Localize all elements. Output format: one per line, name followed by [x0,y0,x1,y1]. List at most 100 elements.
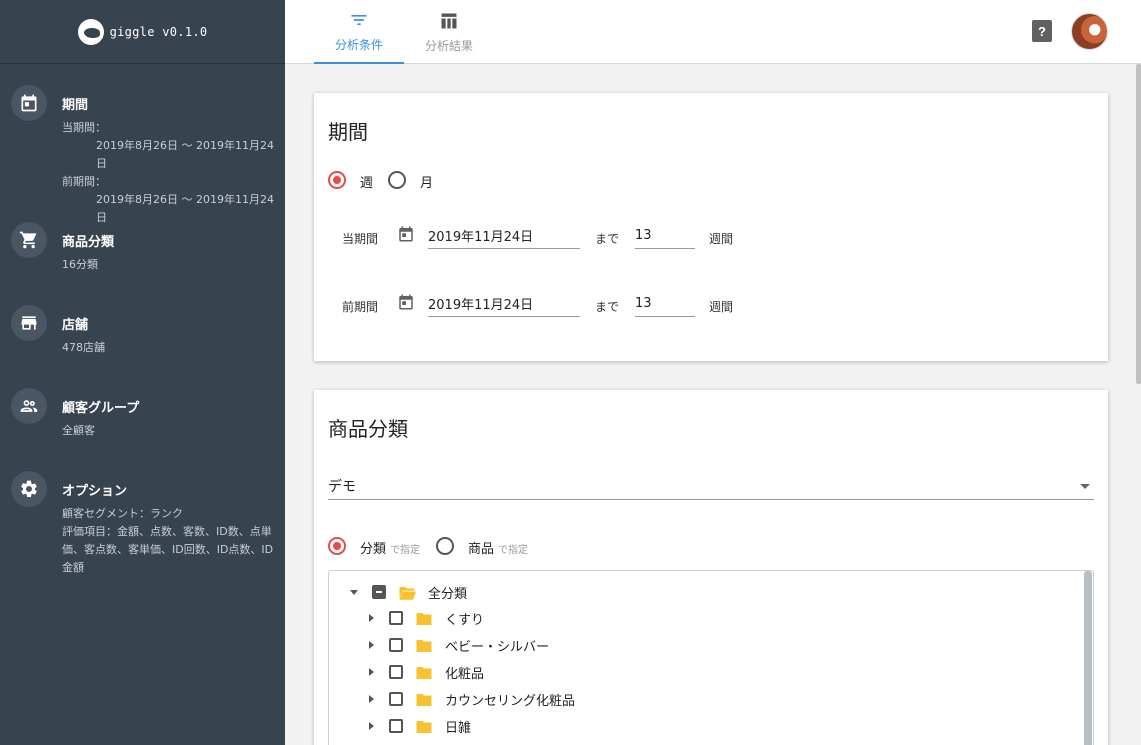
checkbox[interactable] [389,638,403,652]
tab-label: 分析結果 [424,38,473,53]
radio-label-sub: で指定 [498,545,529,556]
checkbox[interactable] [389,719,403,733]
calendar-icon[interactable] [397,225,415,243]
current-period-label: 当期間 [342,232,379,246]
sidebar-item-label: 顧客グループ [62,401,140,416]
summary-line: 当期間： [62,121,106,134]
radio-week[interactable] [328,171,346,189]
expand-arrow-icon[interactable] [369,695,374,703]
sidebar-item-label: 期間 [62,98,89,113]
filter-icon [351,14,367,25]
current-period-count-field[interactable]: 13 [635,223,695,249]
previous-period-count-field[interactable]: 13 [635,291,695,317]
until-label: まで [595,232,620,246]
select-value: デモ [328,478,356,495]
summary-line: 価、客点数、客単価、ID回数、ID点数、ID [62,543,274,556]
checkbox[interactable] [389,692,403,706]
tree-node[interactable]: ベビー・シルバー [369,634,549,656]
tree-node[interactable]: 日雑 [369,715,471,737]
radio-by-product-label: 商品 で指定 [468,538,528,557]
tree-node-label: カウンセリング化粧品 [445,693,576,709]
tree-node[interactable]: くすり [369,607,484,629]
radio-month-label: 月 [420,176,434,191]
expand-arrow-icon[interactable] [369,722,374,730]
weeks-label: 週間 [709,232,734,246]
folder-icon [415,611,433,625]
previous-period-label: 前期間 [342,300,379,314]
radio-label-main: 商品 [468,542,495,557]
category-card: 商品 分類 デモ 分類 で指定 商品 で指定 全分類 くすり ベビー・シルバー 化… [314,390,1108,745]
radio-by-category-label: 分類 で指定 [360,538,420,557]
previous-period-date-field[interactable]: 2019年11月24日 [428,291,580,317]
sidebar-item-summary: 478店舗 [62,339,274,357]
tree-node[interactable]: カウンセリング化粧品 [369,688,575,710]
radio-label-main: 分類 [360,542,387,557]
tree-node-root[interactable]: 全分類 [350,581,467,603]
page-scrollbar[interactable] [1136,64,1141,384]
checkbox[interactable] [372,585,386,599]
radio-week-label: 週 [360,176,374,191]
sidebar-item-summary: 顧客セグメント：ランク 評価項目：金額、点数、客数、ID数、点単 価、客点数、客… [62,505,274,577]
folder-open-icon [398,585,416,600]
tab-label: 分析条件 [334,37,383,52]
app-name: giggle v0.1.0 [109,24,208,39]
sidebar: giggle v0.1.0 期間 当期間： 2019年8月26日 ～ 2019年… [0,0,285,745]
summary-line: 評価項目：金額、点数、客数、ID数、点単 [62,525,272,538]
category-set-select[interactable]: デモ [328,472,1094,500]
folder-icon [415,638,433,652]
tree-node-label: くすり [445,612,485,628]
folder-icon [415,665,433,679]
folder-icon [415,692,433,706]
avatar[interactable] [1071,13,1108,50]
summary-line: 2019年8月26日 ～ 2019年11月24日 [96,193,274,224]
top-bar: 分析条件 分析結果 ? [285,0,1141,64]
sidebar-item-summary: 当期間： 2019年8月26日 ～ 2019年11月24日 前期間： 2019年… [62,119,274,227]
expand-arrow-icon[interactable] [369,641,374,649]
cart-icon [11,222,47,258]
store-icon [11,305,47,341]
tree-node-label: ベビー・シルバー [445,639,550,655]
help-icon[interactable]: ? [1032,20,1052,42]
summary-line: 全顧客 [62,424,95,437]
tree-node-label: 全分類 [428,586,468,602]
gear-icon [11,471,47,507]
table-icon [441,13,457,28]
sidebar-item-summary: 全顧客 [62,422,274,440]
summary-line: 顧客セグメント：ランク [62,507,183,520]
radio-by-product[interactable] [436,537,454,555]
tab-analysis-results[interactable]: 分析結果 [404,0,494,64]
summary-line: 16分類 [62,258,98,271]
checkbox[interactable] [389,611,403,625]
tree-node-label: 日雑 [445,720,472,736]
radio-by-category[interactable] [328,537,346,555]
expand-arrow-icon[interactable] [350,589,358,595]
expand-arrow-icon[interactable] [369,668,374,676]
tree-node-label: 化粧品 [445,666,485,682]
folder-icon [415,719,433,733]
current-period-date-field[interactable]: 2019年11月24日 [428,223,580,249]
summary-line: 前期間： [62,175,106,188]
until-label: まで [595,300,620,314]
calendar-icon [11,85,47,121]
card-title: 期間 [328,120,368,144]
tab-analysis-conditions[interactable]: 分析条件 [314,0,404,64]
brand: giggle v0.1.0 [0,0,285,64]
radio-month[interactable] [388,171,406,189]
summary-line: 金額 [62,561,84,574]
checkbox[interactable] [389,665,403,679]
summary-line: 478店舗 [62,341,105,354]
category-tree: 全分類 くすり ベビー・シルバー 化粧品 カウンセリング化粧品 日雑 [328,570,1094,745]
sidebar-item-label: 店舗 [62,318,89,333]
tree-node[interactable]: 化粧品 [369,661,484,683]
tree-scrollbar[interactable] [1084,571,1092,745]
expand-arrow-icon[interactable] [369,614,374,622]
summary-line: 2019年8月26日 ～ 2019年11月24日 [96,139,274,170]
calendar-icon[interactable] [397,293,415,311]
sidebar-item-label: オプション [62,484,128,499]
radio-label-sub: で指定 [390,545,421,556]
sidebar-item-label: 商品分類 [62,235,115,250]
dropdown-arrow-icon [1080,484,1090,489]
people-icon [11,388,47,424]
giggle-logo-icon [77,18,104,45]
period-card: 期間 週 月 当期間 2019年11月24日 まで 13 週間 前期間 2019… [314,93,1108,361]
